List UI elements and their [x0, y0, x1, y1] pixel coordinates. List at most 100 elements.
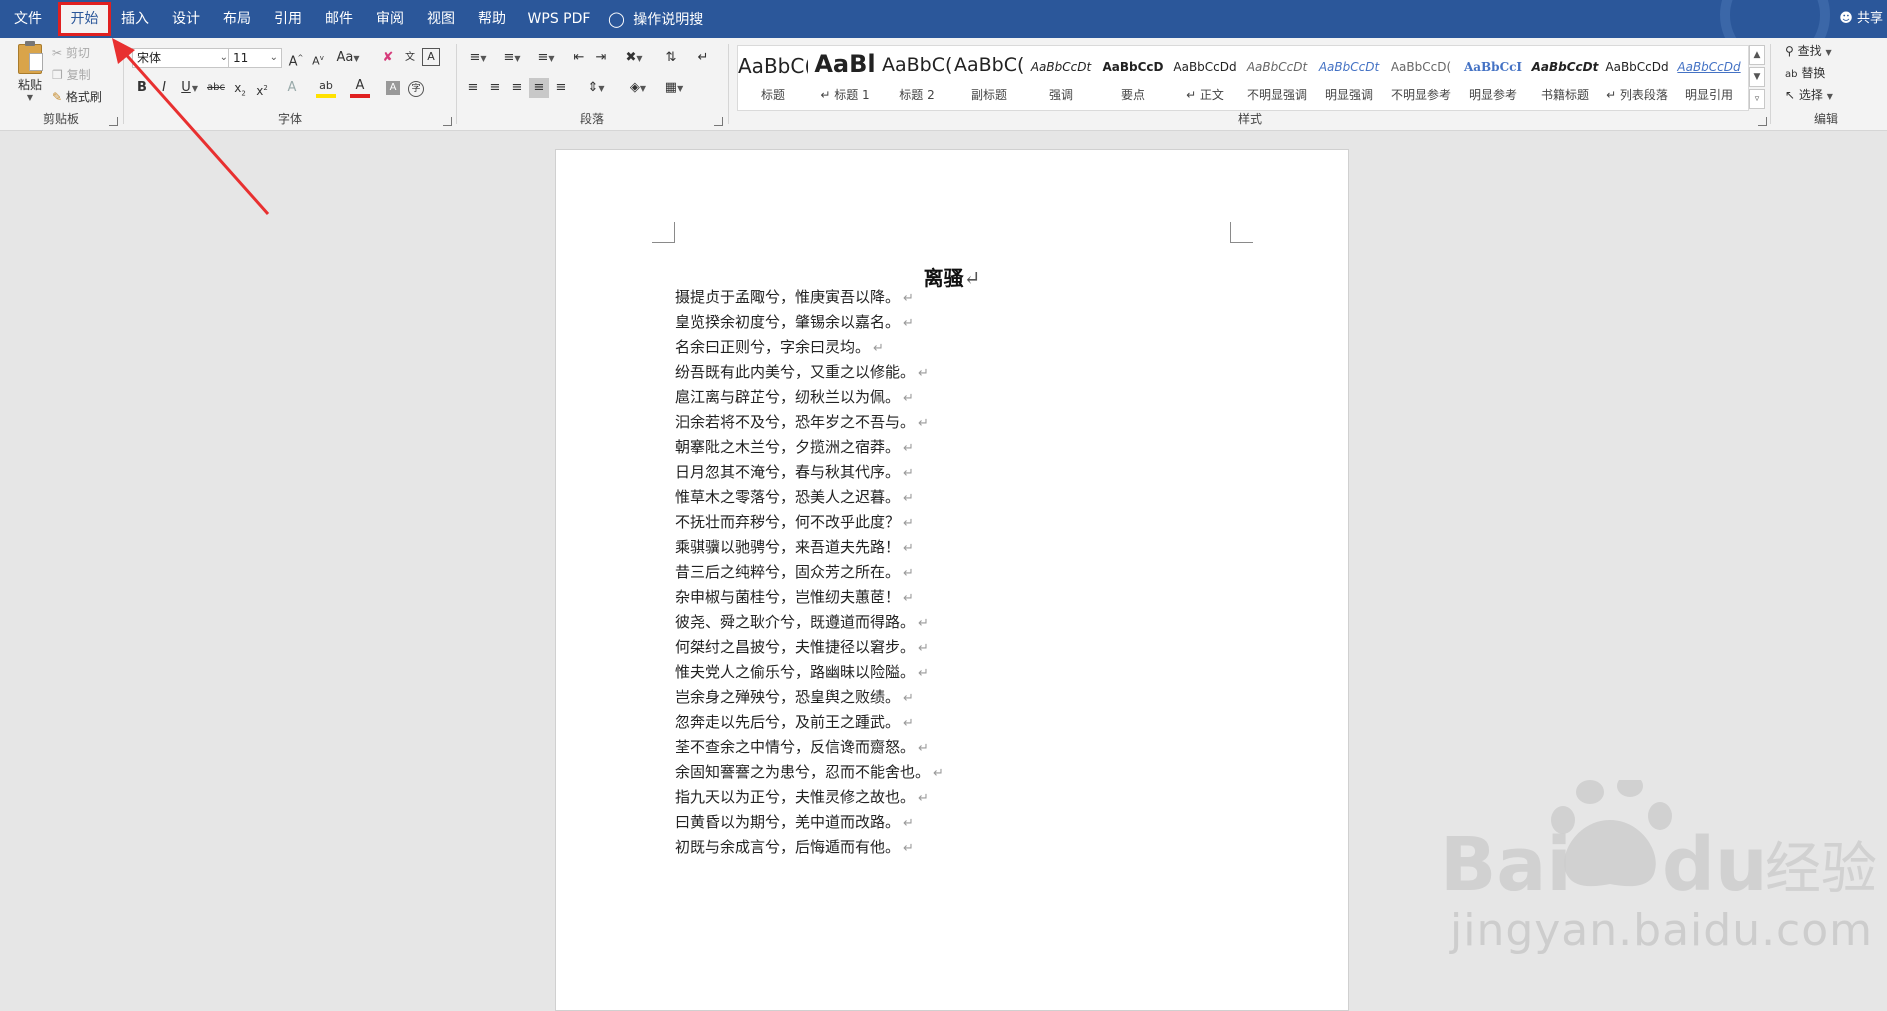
font-name-combobox[interactable]: 宋体 ⌄ [132, 48, 232, 68]
tab-home[interactable]: 开始 [58, 2, 111, 36]
style-title[interactable]: AaBbC(标题 [738, 46, 808, 108]
shading-icon[interactable]: ◈▼ [623, 78, 653, 98]
style-subtitle[interactable]: AaBbC(副标题 [954, 46, 1024, 108]
gallery-scroll-down[interactable]: ▼ [1749, 67, 1765, 87]
gallery-more[interactable]: ▿ [1749, 89, 1765, 109]
tab-file[interactable]: 文件 [8, 0, 48, 38]
decrease-indent-icon[interactable]: ⇤ [569, 48, 589, 68]
document-line[interactable]: 扈江离与辟芷兮，纫秋兰以为佩。 ↵ [675, 386, 914, 408]
document-line[interactable]: 名余曰正则兮，字余曰灵均。 ↵ [675, 336, 884, 358]
distributed-icon[interactable]: ≡ [551, 78, 571, 98]
select-button[interactable]: ↖ 选择 ▼ [1785, 86, 1833, 103]
document-line[interactable]: 指九天以为正兮，夫惟灵修之故也。 ↵ [675, 786, 929, 808]
document-line[interactable]: 惟草木之零落兮，恐美人之迟暮。 ↵ [675, 486, 914, 508]
document-line[interactable]: 曰黄昏以为期兮，羌中道而改路。 ↵ [675, 811, 914, 833]
document-line[interactable]: 杂申椒与菌桂兮，岂惟纫夫蕙茝！ ↵ [675, 586, 914, 608]
superscript-button[interactable]: x2 [252, 78, 272, 98]
document-line[interactable]: 何桀纣之昌披兮，夫惟捷径以窘步。 ↵ [675, 636, 929, 658]
underline-dropdown[interactable]: ▼ [190, 78, 200, 98]
tab-layout[interactable]: 布局 [217, 0, 257, 38]
tab-references[interactable]: 引用 [268, 0, 308, 38]
document-line[interactable]: 忽奔走以先后兮，及前王之踵武。 ↵ [675, 711, 914, 733]
document-line[interactable]: 不抚壮而弃秽兮，何不改乎此度？ ↵ [675, 511, 914, 533]
format-painter-button[interactable]: ✎ 格式刷 [52, 88, 102, 105]
show-marks-icon[interactable]: ↵ [693, 48, 713, 68]
find-button[interactable]: ⚲ 查找 ▼ [1785, 42, 1832, 59]
document-line[interactable]: 荃不查余之中情兮，反信谗而齌怒。 ↵ [675, 736, 929, 758]
tab-help[interactable]: 帮助 [472, 0, 512, 38]
tab-insert[interactable]: 插入 [115, 0, 155, 38]
document-line[interactable]: 岂余身之殚殃兮，恐皇舆之败绩。 ↵ [675, 686, 914, 708]
font-size-combobox[interactable]: 11 ⌄ [228, 48, 282, 68]
tell-me-search[interactable]: ◯ 操作说明搜索 [608, 0, 716, 66]
character-border-icon[interactable]: A [422, 48, 440, 66]
multilevel-list-icon[interactable]: ≡▼ [531, 48, 561, 68]
clear-formatting-icon[interactable]: ✘ [378, 48, 398, 68]
phonetic-guide-icon[interactable]: 文 [400, 48, 420, 68]
shrink-font-icon[interactable]: Av [308, 48, 328, 68]
subscript-button[interactable]: x2 [230, 78, 250, 98]
sort-icon[interactable]: ⇅ [661, 48, 681, 68]
document-line[interactable]: 乘骐骥以驰骋兮，来吾道夫先路！ ↵ [675, 536, 914, 558]
bold-button[interactable]: B [132, 78, 152, 98]
strikethrough-button[interactable]: abc [206, 78, 226, 98]
style-subtle-emphasis[interactable]: AaBbCcDt 不明显强调 [1242, 46, 1312, 108]
tab-view[interactable]: 视图 [421, 0, 461, 38]
document-line[interactable]: 彼尧、舜之耿介兮，既遵道而得路。 ↵ [675, 611, 929, 633]
copy-button[interactable]: ❐ 复制 [52, 66, 91, 83]
tab-design[interactable]: 设计 [166, 0, 206, 38]
document-line[interactable]: 惟夫党人之偷乐兮，路幽昧以险隘。 ↵ [675, 661, 929, 683]
document-line[interactable]: 昔三后之纯粹兮，固众芳之所在。 ↵ [675, 561, 914, 583]
numbering-icon[interactable]: ≡▼ [497, 48, 527, 68]
share-button[interactable]: ☻ 共享 [1839, 0, 1883, 38]
increase-indent-icon[interactable]: ⇥ [591, 48, 611, 68]
style-heading-2[interactable]: AaBbC(标题 2 [882, 46, 952, 108]
font-dialog-launcher[interactable] [443, 117, 452, 126]
tab-mailings[interactable]: 邮件 [319, 0, 359, 38]
borders-icon[interactable]: ▦▼ [659, 78, 689, 98]
justify-icon[interactable]: ≡ [529, 78, 549, 98]
document-page[interactable]: 离骚↵ 摄提贞于孟陬兮，惟庚寅吾以降。 ↵ 皇览揆余初度兮，肇锡余以嘉名。 ↵ 名余曰正… [555, 149, 1349, 1011]
change-case-icon[interactable]: Aa▼ [334, 48, 362, 68]
replace-button[interactable]: ab 替换 [1785, 64, 1825, 81]
enclose-characters-icon[interactable]: 字 [408, 81, 424, 97]
styles-dialog-launcher[interactable] [1758, 117, 1767, 126]
chinese-layout-icon[interactable]: ✖▼ [619, 48, 649, 68]
grow-font-icon[interactable]: A^ [286, 48, 306, 69]
line-spacing-icon[interactable]: ⇕▼ [581, 78, 611, 98]
style-normal[interactable]: AaBbCcDd ↵ 正文 [1170, 46, 1240, 108]
style-list-paragraph[interactable]: AaBbCcDd ↵ 列表段落 [1602, 46, 1672, 108]
style-intense-reference[interactable]: AaBbCcI 明显参考 [1458, 46, 1528, 108]
tab-review[interactable]: 审阅 [370, 0, 410, 38]
style-book-title[interactable]: AaBbCcDt 书籍标题 [1530, 46, 1600, 108]
bullets-icon[interactable]: ≡▼ [463, 48, 493, 68]
font-color-icon[interactable]: A [350, 78, 370, 98]
style-subtle-reference[interactable]: AaBbCcD(不明显参考 [1386, 46, 1456, 108]
highlight-color-icon[interactable]: ab [316, 78, 336, 98]
document-line[interactable]: 朝搴阰之木兰兮，夕揽洲之宿莽。 ↵ [675, 436, 914, 458]
italic-button[interactable]: I [154, 78, 174, 98]
style-intense-quote[interactable]: AaBbCcDd 明显引用 [1674, 46, 1744, 108]
tab-wps-pdf[interactable]: WPS PDF [524, 0, 594, 38]
document-line[interactable]: 皇览揆余初度兮，肇锡余以嘉名。 ↵ [675, 311, 914, 333]
style-strong[interactable]: AaBbCcD 要点 [1098, 46, 1168, 108]
paragraph-dialog-launcher[interactable] [714, 117, 723, 126]
style-heading-1[interactable]: AaBl ↵ 标题 1 [810, 46, 880, 108]
document-line[interactable]: 日月忽其不淹兮，春与秋其代序。 ↵ [675, 461, 914, 483]
style-intense-emphasis[interactable]: AaBbCcDt 明显强调 [1314, 46, 1384, 108]
document-line[interactable]: 余固知謇謇之为患兮，忍而不能舍也。 ↵ [675, 761, 944, 783]
cut-button[interactable]: ✂ 剪切 [52, 44, 90, 61]
document-line[interactable]: 纷吾既有此内美兮，又重之以修能。 ↵ [675, 361, 929, 383]
document-line[interactable]: 汩余若将不及兮，恐年岁之不吾与。 ↵ [675, 411, 929, 433]
document-line[interactable]: 摄提贞于孟陬兮，惟庚寅吾以降。 ↵ [675, 286, 914, 308]
paste-button[interactable]: 粘贴 ▼ [12, 41, 48, 102]
align-center-icon[interactable]: ≡ [485, 78, 505, 98]
align-left-icon[interactable]: ≡ [463, 78, 483, 98]
text-effects-icon[interactable]: A [282, 78, 302, 98]
document-line[interactable]: 初既与余成言兮，后悔遁而有他。 ↵ [675, 836, 914, 858]
gallery-scroll-up[interactable]: ▲ [1749, 45, 1765, 65]
character-shading-icon[interactable]: A [386, 81, 400, 95]
clipboard-dialog-launcher[interactable] [109, 117, 118, 126]
style-emphasis[interactable]: AaBbCcDt 强调 [1026, 46, 1096, 108]
align-right-icon[interactable]: ≡ [507, 78, 527, 98]
